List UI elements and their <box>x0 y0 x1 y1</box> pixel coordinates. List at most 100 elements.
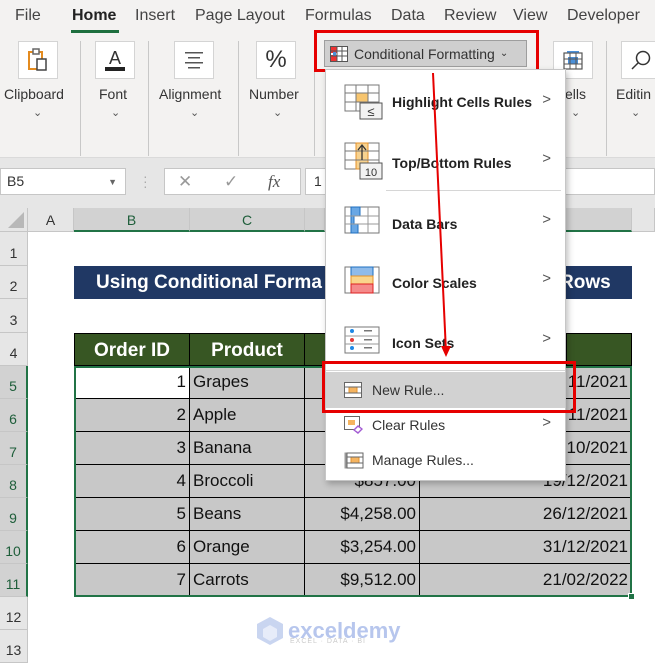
row-header-13[interactable]: 13 <box>0 630 28 663</box>
cell-date[interactable]: 31/12/2021 <box>420 531 632 564</box>
cell-order-id[interactable]: 1 <box>74 366 190 399</box>
cell-order-id[interactable]: 3 <box>74 432 190 465</box>
cell-date[interactable]: 26/12/2021 <box>420 498 632 531</box>
select-all-button[interactable] <box>0 208 28 232</box>
cell-product[interactable]: Beans <box>190 498 305 531</box>
tab-insert[interactable]: Insert <box>135 7 175 25</box>
chevron-down-icon: ⌄ <box>190 107 200 119</box>
sheet-title-right: Rows <box>560 272 611 293</box>
clipboard-label: Clipboard <box>4 86 64 102</box>
menu-item-color-scales[interactable]: Color Scales > <box>326 252 565 312</box>
row-header-11[interactable]: 11 <box>0 564 28 597</box>
number-label: Number <box>249 86 299 102</box>
font-label: Font <box>99 86 128 102</box>
top-bottom-icon: 10 <box>344 142 384 185</box>
menu-item-manage-rules[interactable]: Manage Rules... <box>326 444 565 478</box>
header-order-id: Order ID <box>74 333 190 366</box>
header-date <box>566 333 632 366</box>
percent-icon: % <box>256 41 296 79</box>
cell-order-id[interactable]: 4 <box>74 465 190 498</box>
column-header-c[interactable]: C <box>190 208 305 232</box>
cell-product[interactable]: Banana <box>190 432 305 465</box>
row-header-6[interactable]: 6 <box>0 399 28 432</box>
menu-item-clear-rules[interactable]: Clear Rules > <box>326 408 565 442</box>
column-header-f[interactable] <box>632 208 655 232</box>
tab-file[interactable]: File <box>15 7 41 25</box>
cell-product[interactable]: Broccoli <box>190 465 305 498</box>
menu-item-new-rule[interactable]: New Rule... <box>326 372 565 408</box>
tab-review[interactable]: Review <box>444 7 496 25</box>
row-header-12[interactable]: 12 <box>0 597 28 630</box>
clipboard-icon <box>18 41 58 79</box>
menu-item-label: Top/Bottom Rules <box>392 155 512 171</box>
align-center-icon <box>174 41 214 79</box>
chevron-down-icon: ⌄ <box>571 107 581 119</box>
group-divider <box>606 41 607 156</box>
menu-item-data-bars[interactable]: Data Bars > <box>326 192 565 252</box>
submenu-arrow-icon: > <box>542 270 551 287</box>
cancel-icon[interactable]: ✕ <box>178 172 192 192</box>
ribbon-tabs: File Home Insert Page Layout Formulas Da… <box>0 0 655 36</box>
submenu-arrow-icon: > <box>542 414 551 431</box>
font-color-icon: A <box>95 41 135 79</box>
row-header-2[interactable]: 2 <box>0 266 28 299</box>
row-header-9[interactable]: 9 <box>0 498 28 531</box>
cell-order-id[interactable]: 2 <box>74 399 190 432</box>
conditional-formatting-button[interactable]: Conditional Formatting ⌄ <box>324 40 527 67</box>
column-header-d[interactable] <box>305 208 325 232</box>
insert-function-icon[interactable]: fx <box>268 172 280 192</box>
cell-amount[interactable]: $4,258.00 <box>305 498 420 531</box>
manage-rules-icon <box>344 452 364 475</box>
menu-item-top-bottom-rules[interactable]: 10 Top/Bottom Rules > <box>326 130 565 190</box>
cell-amount[interactable]: $9,512.00 <box>305 564 420 597</box>
menu-item-highlight-cells-rules[interactable]: ≤ Highlight Cells Rules > <box>326 70 565 130</box>
column-header-b[interactable]: B <box>74 208 190 232</box>
cell-product[interactable]: Apple <box>190 399 305 432</box>
tab-page-layout[interactable]: Page Layout <box>195 7 285 25</box>
data-bars-icon <box>344 206 380 241</box>
submenu-arrow-icon: > <box>542 211 551 228</box>
group-divider <box>80 41 81 156</box>
fill-handle[interactable] <box>628 593 635 600</box>
alignment-label: Alignment <box>159 86 222 102</box>
chevron-down-icon: ⌄ <box>631 107 641 119</box>
chevron-down-icon: ⌄ <box>111 107 121 119</box>
tab-formulas[interactable]: Formulas <box>305 7 372 25</box>
color-scales-icon <box>344 266 380 301</box>
cell-order-id[interactable]: 5 <box>74 498 190 531</box>
enter-icon[interactable]: ✓ <box>224 172 238 192</box>
formula-value: 1 <box>314 173 322 189</box>
cell-order-id[interactable]: 6 <box>74 531 190 564</box>
menu-item-label: Manage Rules... <box>372 452 474 468</box>
menu-item-label: New Rule... <box>372 382 445 398</box>
svg-text:10: 10 <box>365 167 377 179</box>
cell-product[interactable]: Grapes <box>190 366 305 399</box>
cell-amount[interactable]: $3,254.00 <box>305 531 420 564</box>
cell-date[interactable]: 21/02/2022 <box>420 564 632 597</box>
column-header-e[interactable] <box>566 208 632 232</box>
watermark: exceldemy EXCEL · DATA · BI <box>256 616 401 646</box>
name-box[interactable]: B5 ▼ <box>0 168 126 195</box>
tab-data[interactable]: Data <box>391 7 425 25</box>
tab-home[interactable]: Home <box>72 7 116 25</box>
cell-order-id[interactable]: 7 <box>74 564 190 597</box>
tab-view[interactable]: View <box>513 7 547 25</box>
column-header-a[interactable]: A <box>28 208 74 232</box>
row-header-4[interactable]: 4 <box>0 333 28 366</box>
row-header-8[interactable]: 8 <box>0 465 28 498</box>
menu-separator <box>326 370 565 371</box>
formula-buttons: ✕ ✓ fx <box>164 168 301 195</box>
row-header-1[interactable]: 1 <box>0 232 28 266</box>
cell-product[interactable]: Orange <box>190 531 305 564</box>
row-header-10[interactable]: 10 <box>0 531 28 564</box>
row-header-5[interactable]: 5 <box>0 366 28 399</box>
dropdown-arrow-icon[interactable]: ▼ <box>108 177 117 187</box>
resize-handle-icon[interactable]: · · · <box>143 169 148 193</box>
cell-product[interactable]: Carrots <box>190 564 305 597</box>
row-header-7[interactable]: 7 <box>0 432 28 465</box>
row-header-3[interactable]: 3 <box>0 299 28 333</box>
tab-developer[interactable]: Developer <box>567 7 640 25</box>
highlight-cells-icon: ≤ <box>344 84 384 125</box>
svg-text:≤: ≤ <box>367 104 374 119</box>
menu-item-icon-sets[interactable]: Icon Sets > <box>326 312 565 370</box>
